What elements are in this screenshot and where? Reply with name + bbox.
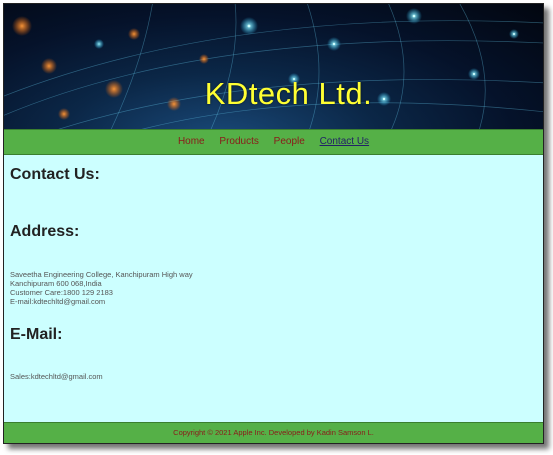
sales-email-line: Sales:kdtechltd@gmail.com [10,372,103,381]
address-line: Kanchipuram 600 068,India [10,279,102,288]
address-line: Saveetha Engineering College, Kanchipura… [10,270,193,279]
contact-heading: Contact Us: [10,166,100,183]
address-heading: Address: [10,223,80,240]
customer-care-line: Customer Care:1800 129 2183 [10,288,113,297]
email-line: E-mail:kdtechltd@gmail.com [10,297,106,306]
nav-people-link[interactable]: People [274,136,305,147]
email-heading: E-Mail: [10,326,63,343]
site-title: KDtech Ltd. [204,76,373,111]
footer: Copyright © 2021 Apple Inc. Developed by… [4,422,543,443]
header-banner: KDtech Ltd. [4,4,543,129]
main-nav: Home Products People Contact Us [4,129,543,155]
nav-contact-link[interactable]: Contact Us [320,136,369,147]
nav-products-link[interactable]: Products [219,136,258,147]
nav-home-link[interactable]: Home [178,136,205,147]
page-frame: KDtech Ltd. Home Products People Contact… [3,3,544,444]
copyright-text: Copyright © 2021 Apple Inc. Developed by… [173,428,374,437]
